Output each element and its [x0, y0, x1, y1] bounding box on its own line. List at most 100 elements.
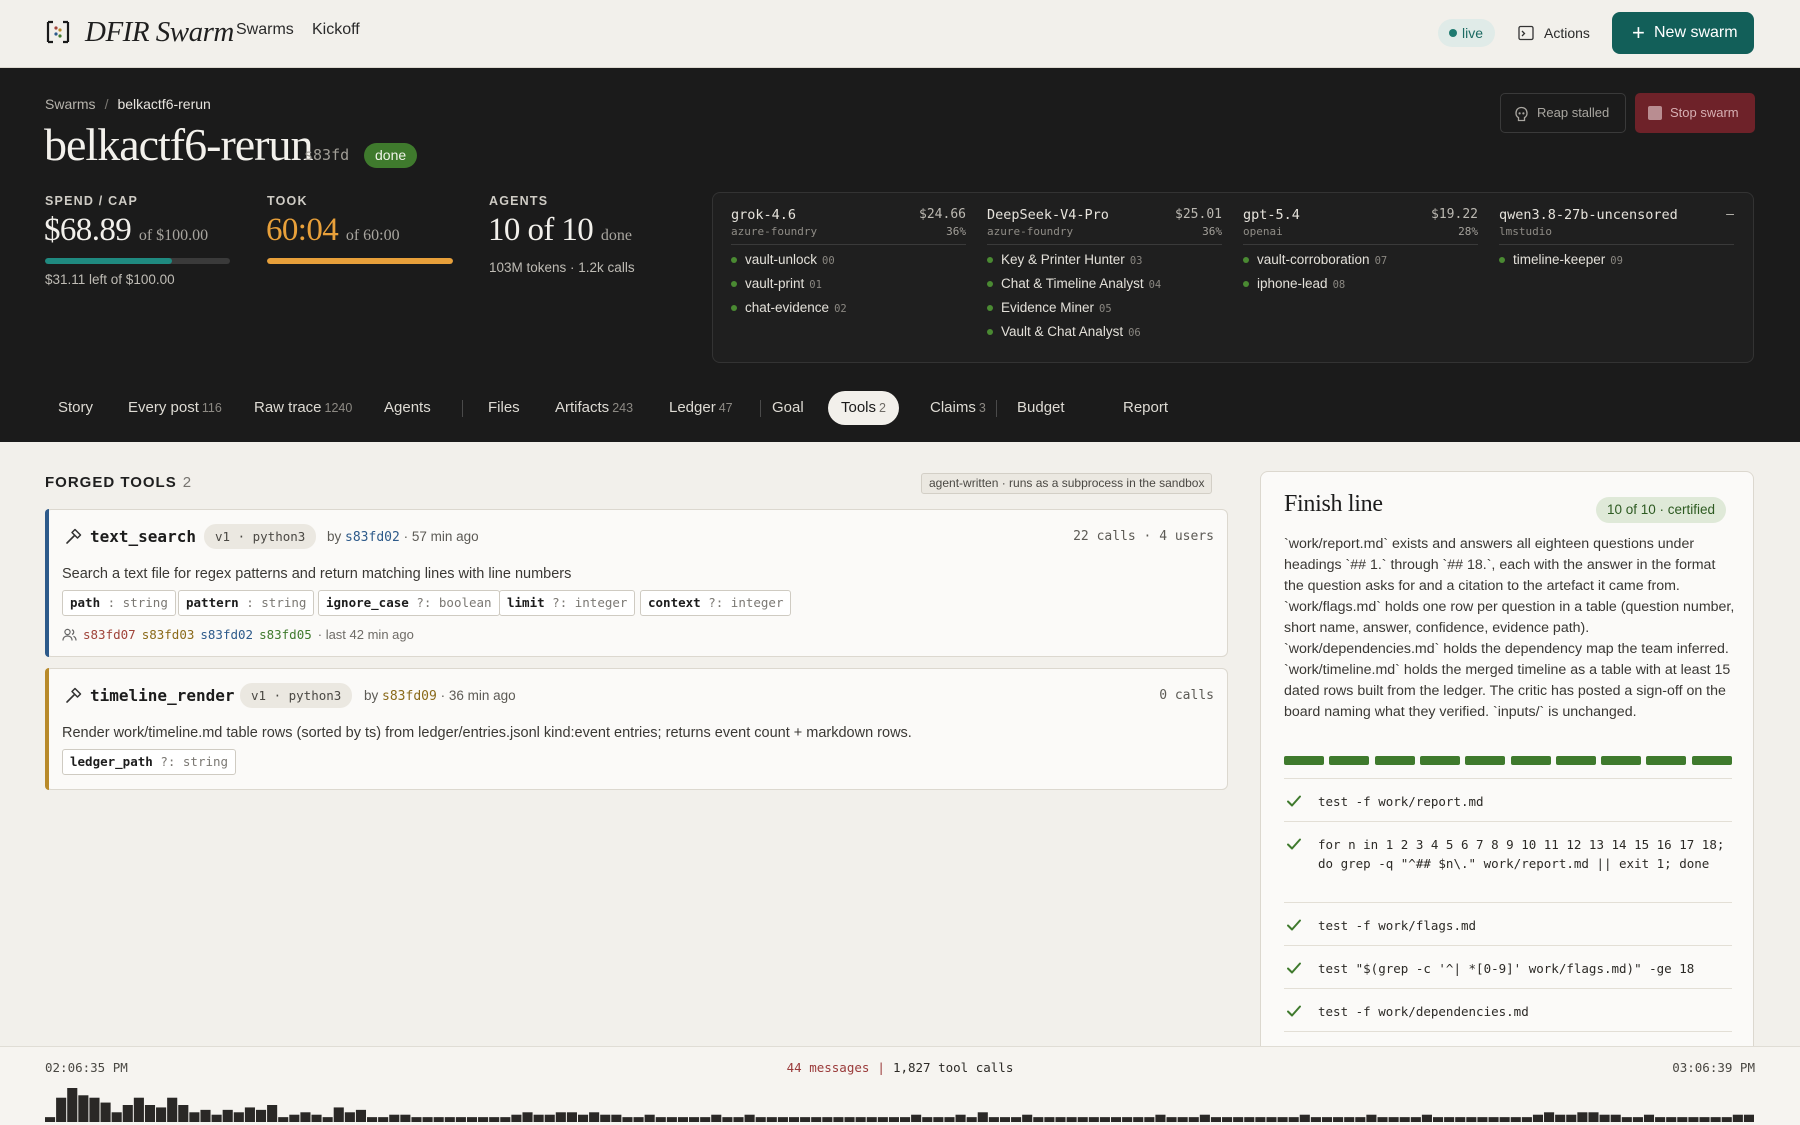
- tab-count: 243: [612, 401, 634, 415]
- activity-histogram[interactable]: [45, 1079, 1755, 1122]
- agent-number: 07: [1374, 255, 1388, 267]
- tab-artifacts[interactable]: Artifacts 243: [555, 391, 633, 425]
- param-type: ?: integer: [700, 595, 784, 610]
- activity-bar: [1677, 1117, 1688, 1122]
- activity-bar: [433, 1117, 444, 1122]
- activity-bar: [1077, 1117, 1088, 1122]
- agent-name: Evidence Miner: [1001, 300, 1095, 315]
- activity-bar: [1022, 1114, 1033, 1122]
- actions-button[interactable]: Actions: [1518, 19, 1590, 47]
- tab-report[interactable]: Report: [1123, 391, 1168, 425]
- tab-agents[interactable]: Agents: [384, 391, 431, 425]
- agent-item[interactable]: Key & Printer Hunter 03: [987, 252, 1222, 269]
- activity-bar: [1521, 1117, 1532, 1122]
- tab-files[interactable]: Files: [488, 391, 520, 425]
- breadcrumb-swarms[interactable]: Swarms: [45, 96, 96, 112]
- tab-goal[interactable]: Goal: [772, 391, 804, 425]
- progress-segment: [1555, 756, 1596, 765]
- progress-segment: [1646, 756, 1687, 765]
- activity-bar: [1088, 1117, 1099, 1122]
- tool-by-label: by: [327, 529, 342, 544]
- agent-name: chat-evidence: [745, 300, 830, 315]
- tab-story[interactable]: Story: [58, 391, 93, 425]
- check-item: test -f work/dependencies.md: [1284, 988, 1732, 1031]
- tab-label: Ledger: [669, 399, 716, 416]
- check-item: test -f work/flags.md: [1284, 902, 1732, 945]
- reap-stalled-button[interactable]: Reap stalled: [1500, 93, 1626, 133]
- activity-bar: [378, 1117, 389, 1122]
- activity-bar: [1366, 1114, 1377, 1122]
- tab-separator: [462, 400, 463, 417]
- activity-bar: [1544, 1112, 1555, 1122]
- tool-user[interactable]: s83fd07: [83, 627, 136, 642]
- sandbox-note: agent-written · runs as a subprocess in …: [921, 473, 1213, 494]
- agent-item[interactable]: iphone-lead 08: [1243, 276, 1478, 293]
- tool-param: path : string: [62, 590, 176, 616]
- activity-bar: [944, 1117, 955, 1122]
- activity-bar: [444, 1117, 455, 1122]
- tool-user[interactable]: s83fd03: [142, 627, 195, 642]
- activity-bar: [1277, 1117, 1288, 1122]
- tool-user[interactable]: s83fd05: [259, 627, 312, 642]
- live-label: live: [1462, 25, 1484, 41]
- activity-bar: [511, 1114, 522, 1122]
- tool-age: · 57 min ago: [403, 529, 479, 544]
- tab-tools[interactable]: Tools 2: [828, 391, 899, 425]
- tool-param: pattern : string: [178, 590, 315, 616]
- finish-line-title: Finish line: [1284, 491, 1383, 517]
- tool-user[interactable]: s83fd02: [200, 627, 253, 642]
- activity-bar: [1377, 1117, 1388, 1122]
- tool-card[interactable]: text_search v1 · python3 by s83fd02 · 57 m…: [45, 509, 1228, 657]
- agent-item[interactable]: timeline-keeper 09: [1499, 252, 1734, 269]
- tool-card[interactable]: timeline_render v1 · python3 by s83fd09 · …: [45, 668, 1228, 790]
- agent-item[interactable]: Vault & Chat Analyst 06: [987, 324, 1222, 341]
- activity-bar: [411, 1117, 422, 1122]
- tab-label: Report: [1123, 399, 1169, 416]
- activity-bar: [1399, 1117, 1410, 1122]
- activity-bar: [300, 1112, 311, 1122]
- tab-label: Agents: [384, 399, 431, 416]
- nav-kickoff[interactable]: Kickoff: [312, 21, 360, 39]
- activity-bar: [544, 1114, 555, 1122]
- agent-status-dot-icon: [731, 305, 737, 311]
- agent-item[interactable]: Evidence Miner 05: [987, 300, 1222, 317]
- tab-budget[interactable]: Budget: [1017, 391, 1065, 425]
- tool-author[interactable]: s83fd02: [345, 530, 400, 545]
- activity-timeline[interactable]: 02:06:35 PM 44 messages | 1,827 tool calls…: [0, 1046, 1800, 1125]
- activity-bar: [1155, 1114, 1166, 1122]
- stop-swarm-button[interactable]: Stop swarm: [1635, 93, 1755, 133]
- activity-bar: [1333, 1117, 1344, 1122]
- tab-every-post[interactable]: Every post 116: [128, 391, 222, 425]
- agent-item[interactable]: chat-evidence 02: [731, 300, 966, 317]
- activity-bar: [1444, 1117, 1455, 1122]
- tab-ledger[interactable]: Ledger 47: [669, 391, 733, 425]
- tool-param: ledger_path ?: string: [62, 749, 237, 775]
- agent-item[interactable]: Chat & Timeline Analyst 04: [987, 276, 1222, 293]
- agent-name: Vault & Chat Analyst: [1001, 324, 1124, 339]
- new-swarm-label: New swarm: [1654, 24, 1738, 41]
- agent-item[interactable]: vault-unlock 00: [731, 252, 966, 269]
- nav-swarms[interactable]: Swarms: [236, 21, 294, 39]
- progress-segment: [1374, 756, 1415, 765]
- activity-bar: [1133, 1117, 1144, 1122]
- check-command: test "$(grep -c '^| *[0-9]' work/flags.m…: [1318, 961, 1695, 976]
- tool-author-line: by s83fd02 · 57 min ago: [327, 529, 479, 545]
- reap-stalled-label: Reap stalled: [1537, 105, 1610, 120]
- activity-bar: [766, 1117, 777, 1122]
- tab-claims[interactable]: Claims 3: [930, 391, 986, 425]
- agent-item[interactable]: vault-print 01: [731, 276, 966, 293]
- activity-bar: [1610, 1114, 1621, 1122]
- activity-bar: [289, 1114, 300, 1122]
- activity-bar: [322, 1117, 333, 1122]
- tool-author-line: by s83fd09 · 36 min ago: [364, 688, 516, 704]
- tab-raw-trace[interactable]: Raw trace 1240: [254, 391, 352, 425]
- tool-author[interactable]: s83fd09: [382, 689, 437, 704]
- activity-bar: [200, 1109, 211, 1122]
- agent-item[interactable]: vault-corroboration 07: [1243, 252, 1478, 269]
- app-title[interactable]: DFIR Swarm: [85, 16, 234, 49]
- activity-bar: [955, 1114, 966, 1122]
- new-swarm-button[interactable]: + New swarm: [1612, 12, 1754, 54]
- activity-bar: [1011, 1117, 1022, 1122]
- tab-count: 3: [978, 401, 986, 415]
- agent-name: vault-corroboration: [1257, 252, 1370, 267]
